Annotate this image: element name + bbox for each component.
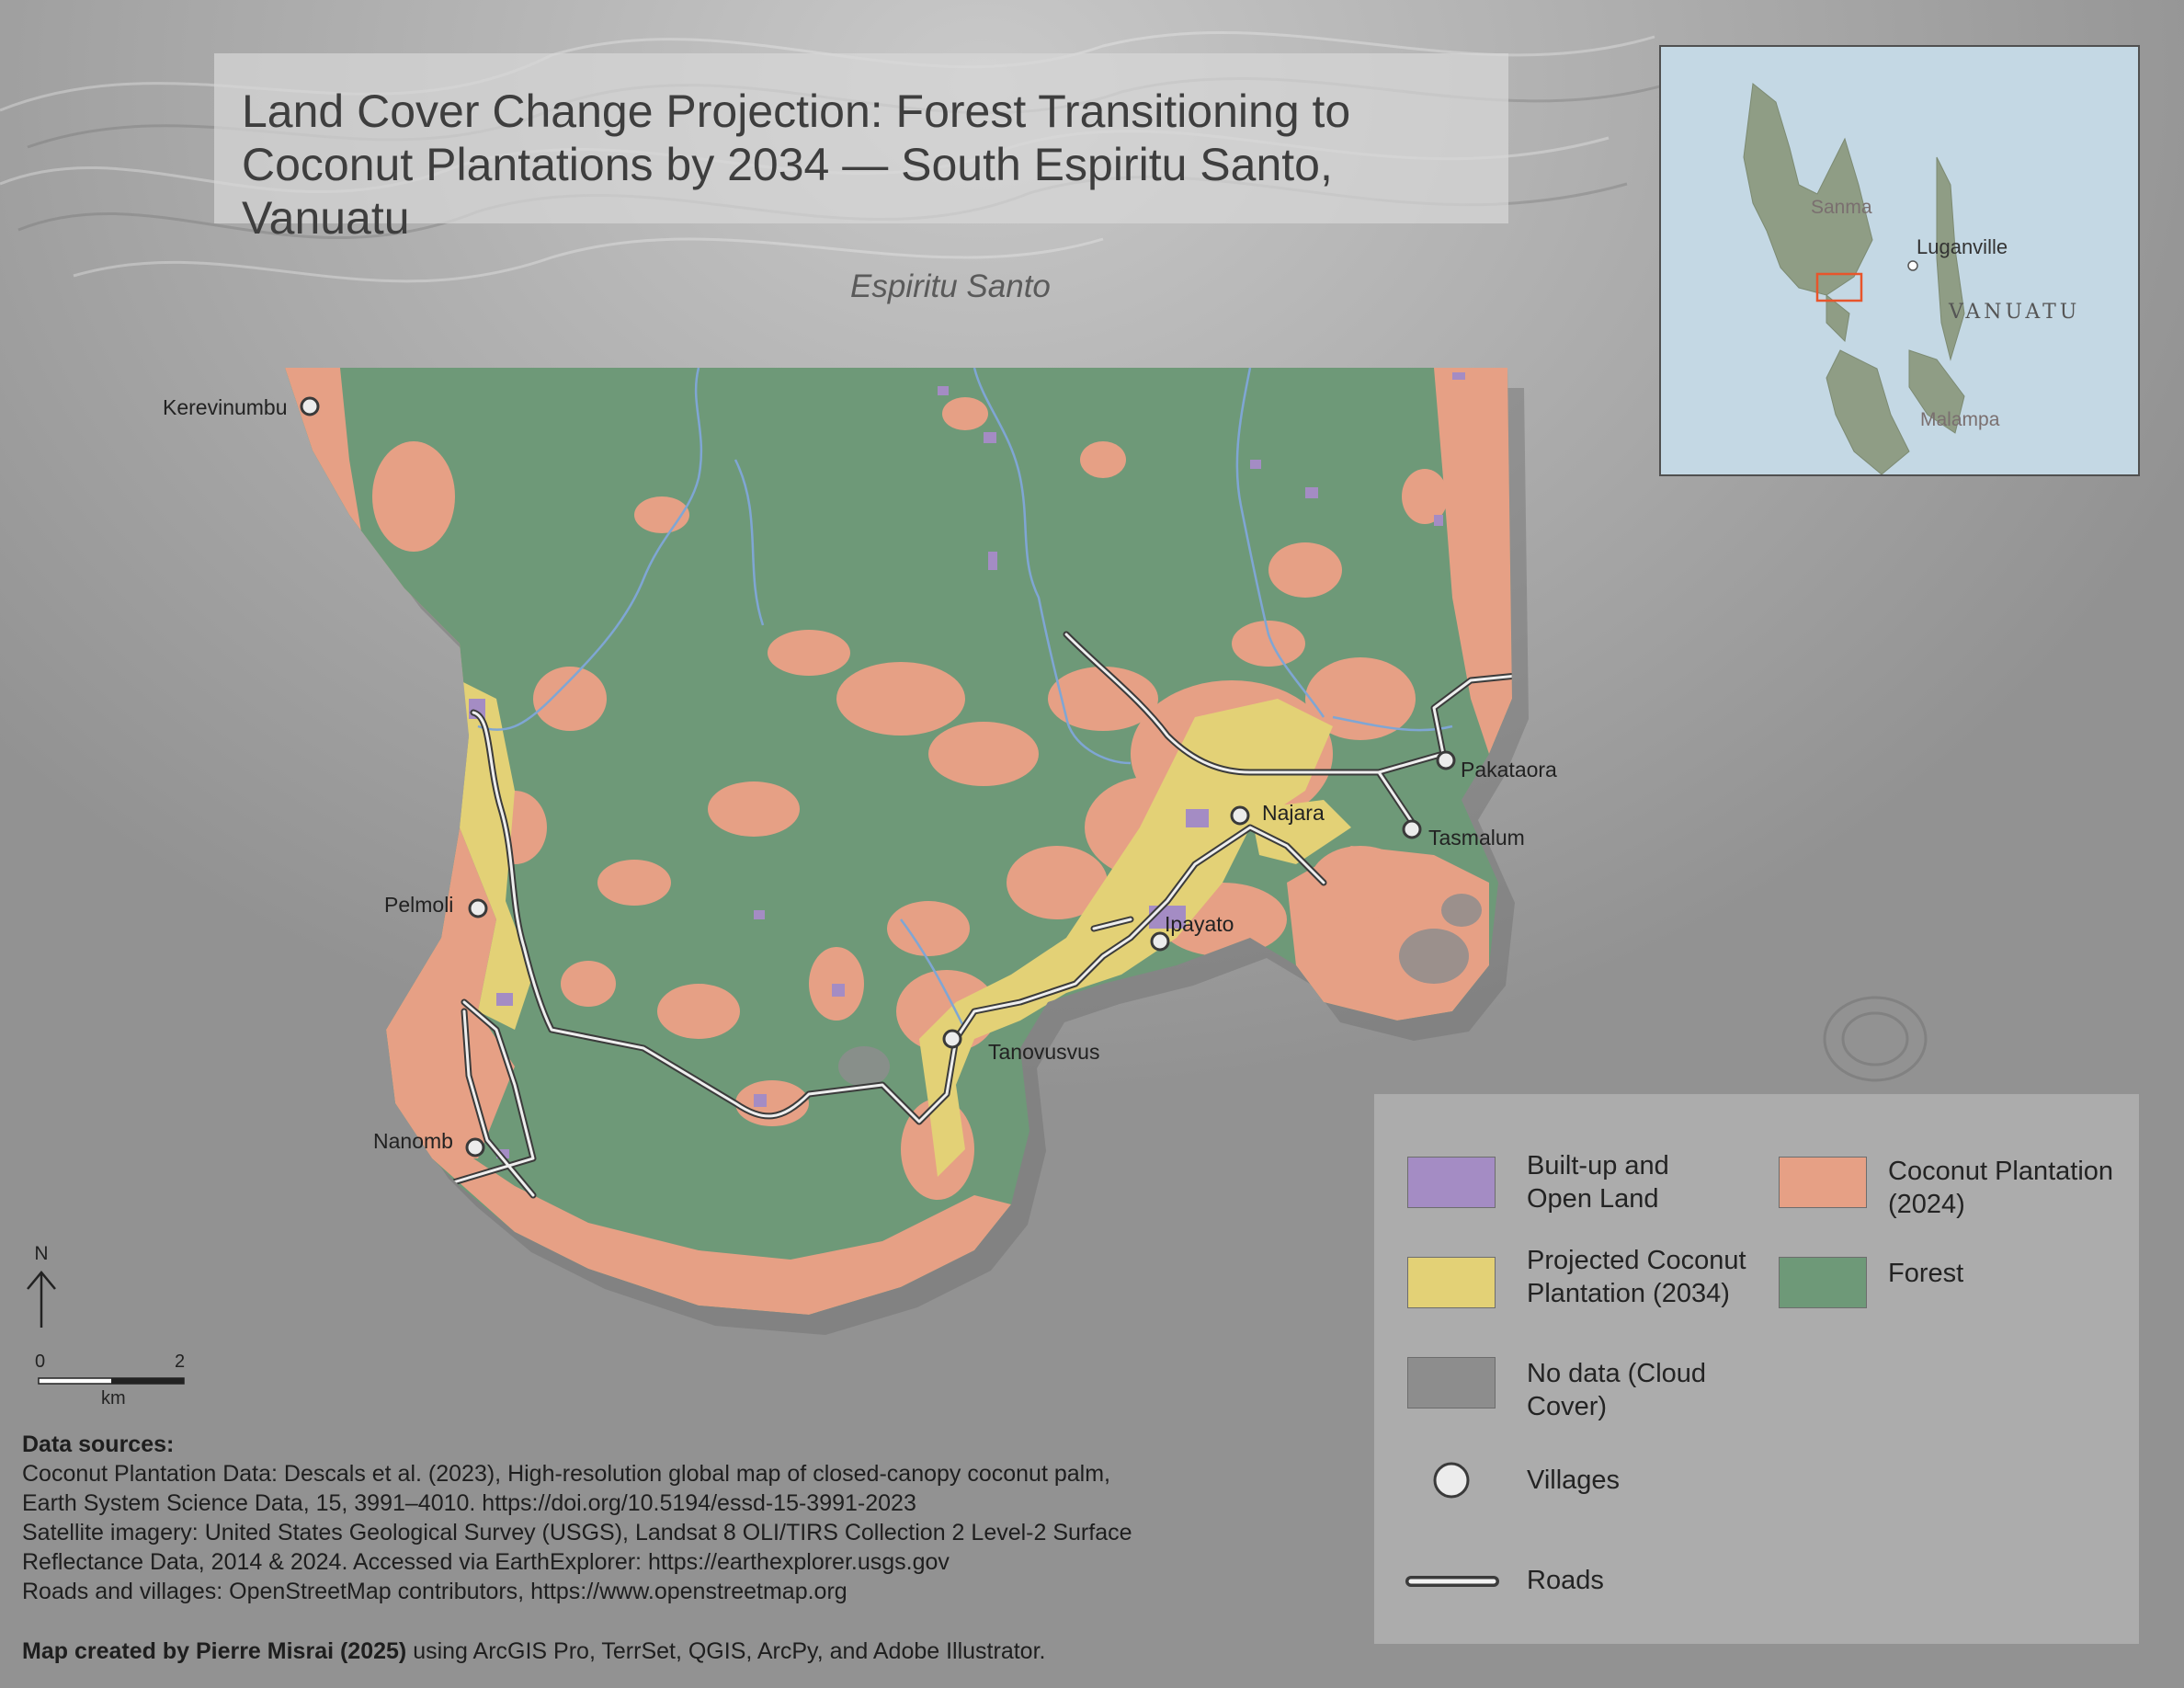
scale-unit: km — [101, 1388, 126, 1409]
inset-map: Sanma Luganville VANUATU Malampa — [1659, 45, 2140, 476]
village-marker — [1402, 819, 1422, 839]
legend-swatch-nodata — [1407, 1357, 1496, 1409]
map-credit-author: Map created by Pierre Misrai (2025) — [22, 1638, 407, 1664]
data-source-line: Satellite imagery: United States Geologi… — [22, 1520, 1132, 1545]
scale-start: 0 — [35, 1352, 46, 1372]
data-source-line: Coconut Plantation Data: Descals et al. … — [22, 1461, 1110, 1487]
data-source-line: Earth System Science Data, 15, 3991–4010… — [22, 1490, 916, 1516]
scale-end: 2 — [175, 1352, 186, 1372]
legend-label-forest: Forest — [1888, 1259, 1964, 1288]
data-source-line: Reflectance Data, 2014 & 2024. Accessed … — [22, 1549, 950, 1575]
map-legend: Built-up and Open Land Coconut Plantatio… — [1374, 1094, 2139, 1644]
island-label: Espiritu Santo — [850, 268, 1051, 304]
legend-label-coconut-2024: Coconut Plantation (2024) — [1888, 1157, 2114, 1219]
north-arrow-icon — [27, 1271, 56, 1328]
inset-label-sanma: Sanma — [1811, 197, 1872, 218]
data-source-line: Roads and villages: OpenStreetMap contri… — [22, 1579, 847, 1604]
road-line-icon — [1405, 1576, 1499, 1587]
village-label-tasmalum: Tasmalum — [1428, 826, 1525, 850]
village-marker — [1436, 750, 1456, 770]
legend-label-projected-2034: Projected Coconut Plantation (2034) — [1527, 1246, 1746, 1308]
inset-label-malampa: Malampa — [1920, 409, 2000, 430]
village-circle-icon — [1433, 1462, 1470, 1499]
inset-label-vanuatu: VANUATU — [1949, 301, 2081, 324]
village-marker — [300, 396, 320, 416]
village-label-kerevinumbu: Kerevinumbu — [163, 395, 288, 419]
legend-swatch-forest — [1779, 1257, 1867, 1308]
village-marker — [942, 1029, 962, 1049]
village-label-nanomb: Nanomb — [373, 1129, 453, 1153]
village-label-pelmoli: Pelmoli — [384, 893, 454, 917]
legend-label-built: Built-up and Open Land — [1527, 1151, 1669, 1214]
village-label-najara: Najara — [1262, 801, 1325, 825]
village-label-ipayato: Ipayato — [1165, 912, 1234, 936]
inset-label-luganville: Luganville — [1917, 235, 2008, 258]
data-sources-heading: Data sources: — [22, 1431, 175, 1457]
map-title: Land Cover Change Projection: Forest Tra… — [242, 86, 1351, 244]
map-credit: Map created by Pierre Misrai (2025) usin… — [22, 1638, 1045, 1665]
north-arrow-label: N — [34, 1243, 49, 1264]
data-sources: Data sources: Coconut Plantation Data: D… — [22, 1430, 1309, 1606]
village-marker — [465, 1137, 485, 1158]
legend-swatch-coconut-2024 — [1779, 1157, 1867, 1208]
north-arrow: N — [20, 1243, 63, 1334]
village-label-pakataora: Pakataora — [1461, 758, 1557, 781]
village-marker — [468, 898, 488, 918]
village-label-tanovusvus: Tanovusvus — [988, 1040, 1100, 1064]
map-title-box: Land Cover Change Projection: Forest Tra… — [214, 53, 1508, 244]
legend-label-nodata: No data (Cloud Cover) — [1527, 1359, 1707, 1421]
legend-swatch-projected-2034 — [1407, 1257, 1496, 1308]
legend-label-villages: Villages — [1527, 1466, 1621, 1495]
map-credit-tools: using ArcGIS Pro, TerrSet, QGIS, ArcPy, … — [406, 1638, 1046, 1664]
scale-bar-graphic — [38, 1377, 185, 1385]
legend-label-roads: Roads — [1527, 1566, 1604, 1595]
village-marker — [1230, 805, 1250, 826]
legend-swatch-built — [1407, 1157, 1496, 1208]
